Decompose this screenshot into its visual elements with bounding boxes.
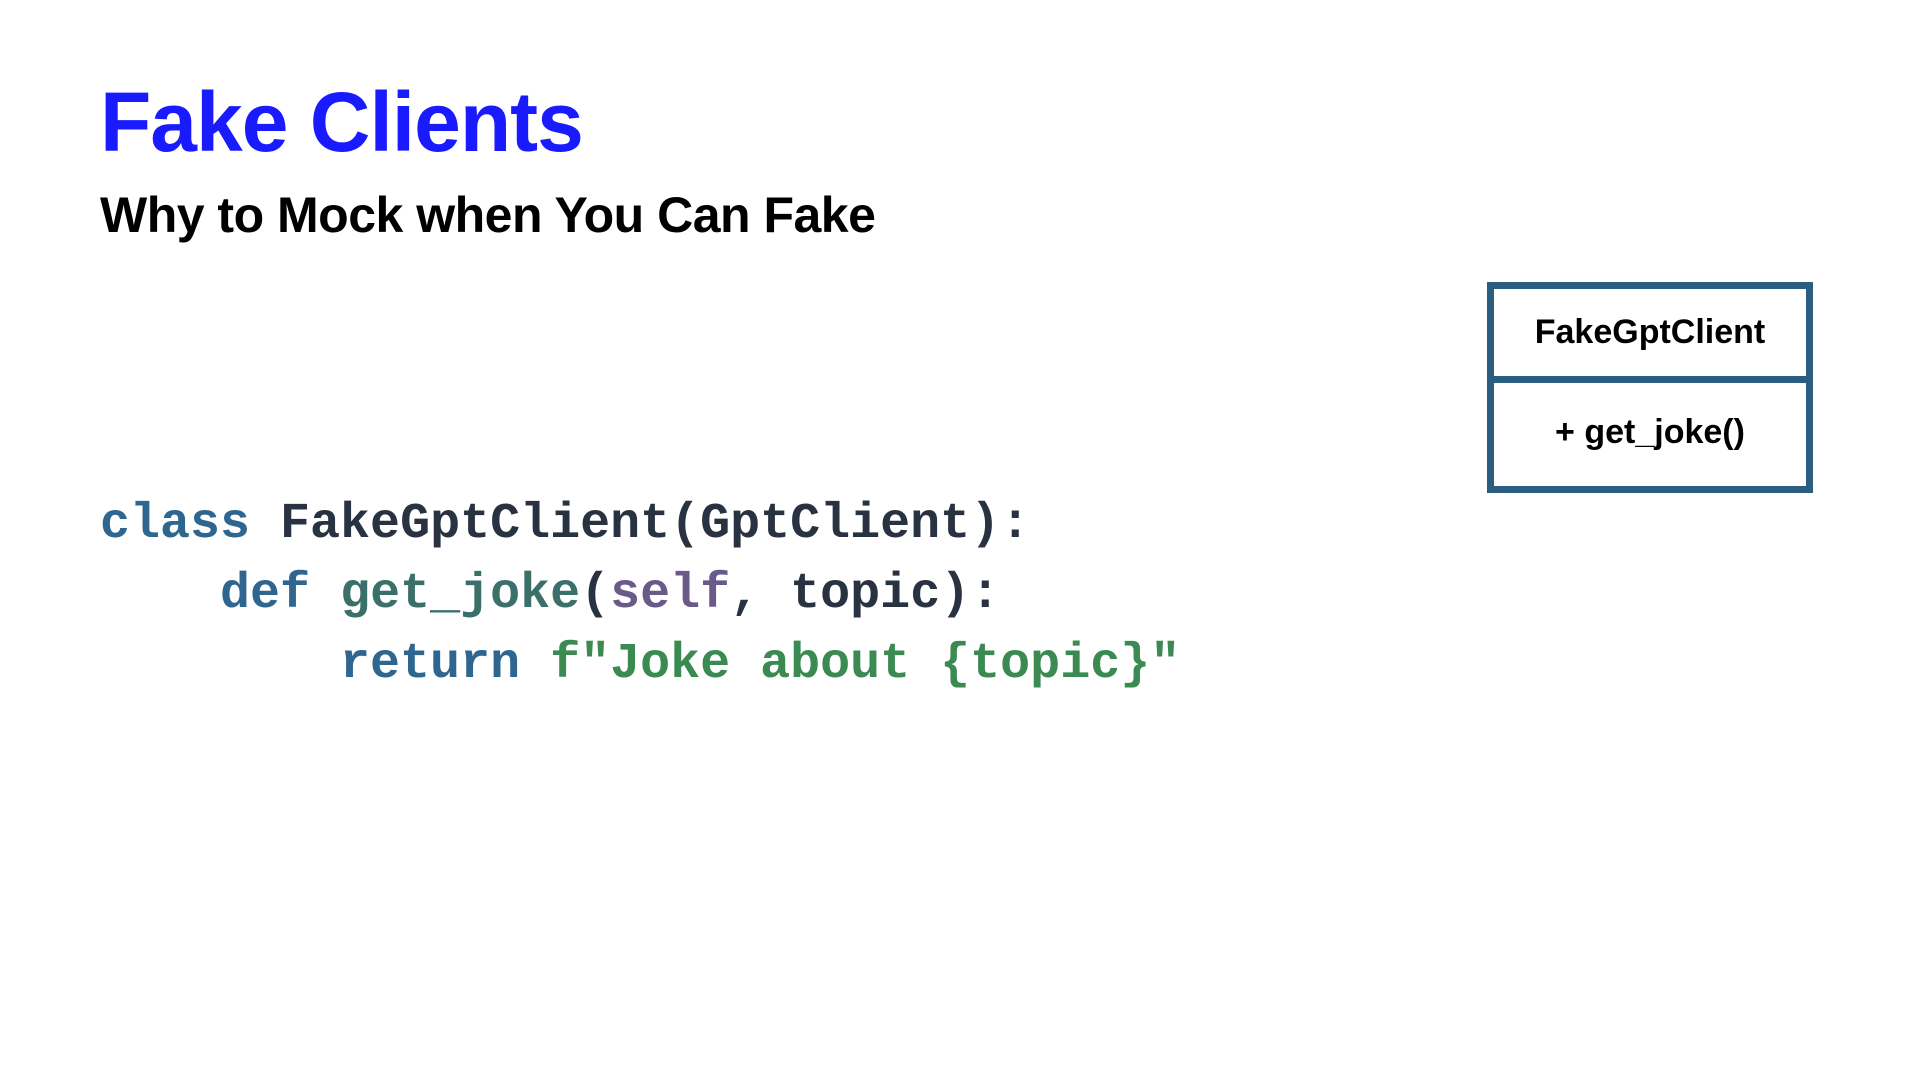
keyword-return: return <box>340 636 520 693</box>
code-self: self <box>610 566 730 623</box>
code-block: class FakeGptClient(GptClient): def get_… <box>100 490 1180 700</box>
code-parent-class: GptClient <box>700 496 970 553</box>
uml-class-box: FakeGptClient + get_joke() <box>1487 282 1813 493</box>
code-fprefix: f <box>550 636 580 693</box>
code-param: topic <box>790 566 940 623</box>
code-class-name: FakeGptClient <box>280 496 670 553</box>
code-fn-name: get_joke <box>340 566 580 623</box>
uml-method: + get_joke() <box>1494 383 1806 486</box>
keyword-class: class <box>100 496 250 553</box>
slide: Fake Clients Why to Mock when You Can Fa… <box>0 0 1920 1080</box>
uml-class-name: FakeGptClient <box>1494 289 1806 383</box>
slide-title: Fake Clients <box>100 80 1820 164</box>
keyword-def: def <box>220 566 310 623</box>
code-string: "Joke about {topic}" <box>580 636 1180 693</box>
slide-subtitle: Why to Mock when You Can Fake <box>100 186 1820 244</box>
